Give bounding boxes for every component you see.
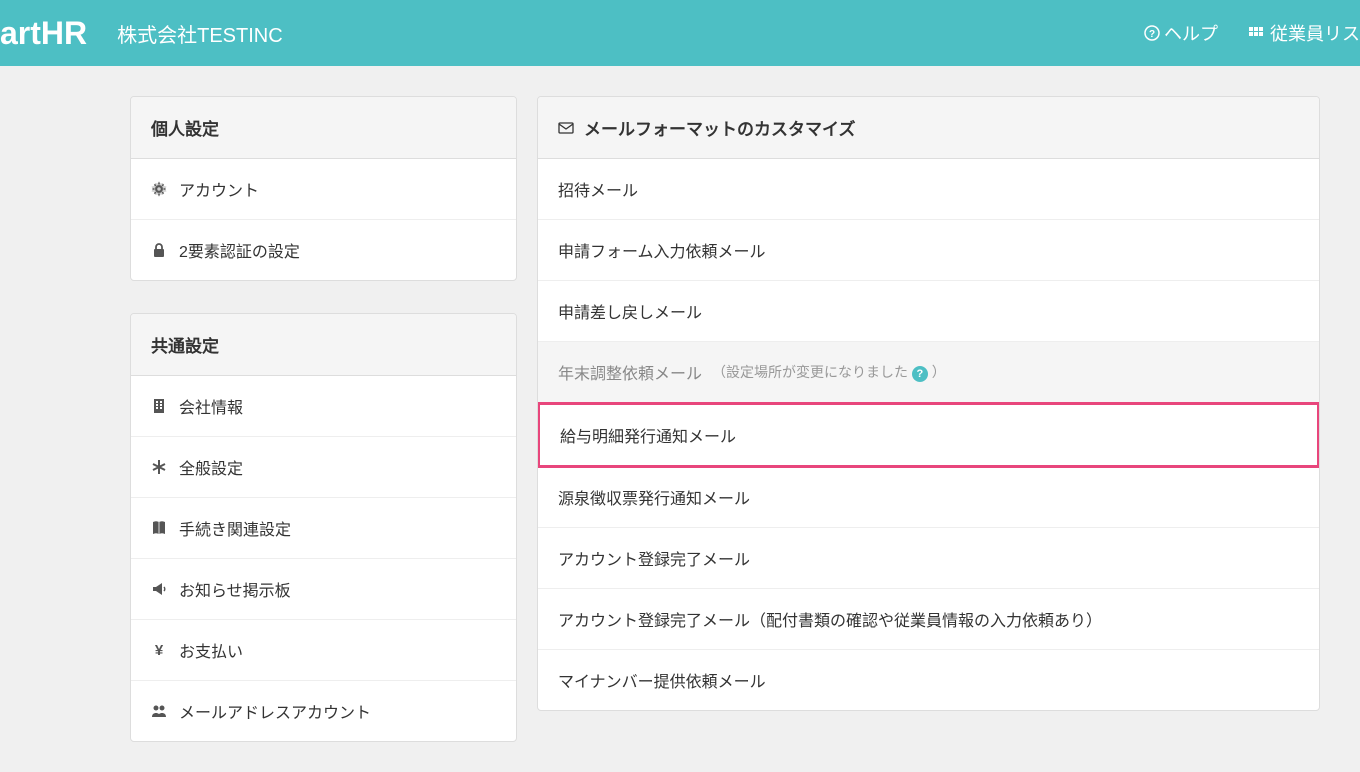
mail-item-label: アカウント登録完了メール（配付書類の確認や従業員情報の入力依頼あり）: [558, 613, 1102, 630]
content: 個人設定 アカウント 2要素認証の設定 共通設定: [0, 66, 1360, 772]
sidebar-personal-section: 個人設定 アカウント 2要素認証の設定: [130, 96, 517, 281]
sidebar: 個人設定 アカウント 2要素認証の設定 共通設定: [130, 96, 517, 742]
list-icon: [1248, 25, 1264, 41]
main-header: メールフォーマットのカスタマイズ: [538, 97, 1319, 159]
envelope-icon: [558, 120, 574, 136]
sidebar-item-procedure[interactable]: 手続き関連設定: [131, 498, 516, 559]
mail-item-payslip[interactable]: 給与明細発行通知メール: [537, 402, 1320, 468]
logo: artHR: [0, 15, 87, 52]
mail-item-return[interactable]: 申請差し戻しメール: [538, 281, 1319, 342]
sidebar-item-payment[interactable]: ¥ お支払い: [131, 620, 516, 681]
yen-icon: ¥: [151, 642, 167, 658]
header: artHR 株式会社TESTINC ? ヘルプ 従業員リス: [0, 0, 1360, 66]
employee-list-link[interactable]: 従業員リス: [1248, 20, 1360, 46]
mail-item-mynumber[interactable]: マイナンバー提供依頼メール: [538, 650, 1319, 710]
sidebar-item-label: お支払い: [179, 638, 243, 662]
sidebar-item-account[interactable]: アカウント: [131, 159, 516, 220]
help-icon: ?: [1144, 25, 1160, 41]
mail-item-yearend: 年末調整依頼メール （設定場所が変更になりました ? ）: [538, 342, 1319, 403]
mail-item-label: アカウント登録完了メール: [558, 552, 750, 569]
svg-text:¥: ¥: [155, 642, 164, 658]
mail-item-label: 招待メール: [558, 183, 638, 200]
mail-item-note: （設定場所が変更になりました ? ）: [712, 362, 946, 382]
mail-item-label: 申請差し戻しメール: [558, 305, 702, 322]
sidebar-item-email-account[interactable]: メールアドレスアカウント: [131, 681, 516, 741]
sidebar-common-section: 共通設定 会社情報 全般設定 手続き関連設定: [130, 313, 517, 742]
sidebar-item-label: アカウント: [179, 177, 259, 201]
sidebar-item-label: メールアドレスアカウント: [179, 699, 371, 723]
main-title: メールフォーマットのカスタマイズ: [584, 115, 856, 140]
sidebar-item-label: 手続き関連設定: [179, 516, 291, 540]
mail-item-label: 給与明細発行通知メール: [560, 429, 736, 446]
sidebar-item-2fa[interactable]: 2要素認証の設定: [131, 220, 516, 280]
mail-item-account-complete[interactable]: アカウント登録完了メール: [538, 528, 1319, 589]
lock-icon: [151, 242, 167, 258]
help-label: ヘルプ: [1164, 20, 1218, 46]
help-circle-icon[interactable]: ?: [912, 366, 928, 382]
mail-item-label: 源泉徴収票発行通知メール: [558, 491, 750, 508]
sidebar-item-label: 会社情報: [179, 394, 243, 418]
mail-item-form-request[interactable]: 申請フォーム入力依頼メール: [538, 220, 1319, 281]
sidebar-item-label: 2要素認証の設定: [179, 238, 300, 262]
gear-icon: [151, 181, 167, 197]
employee-list-label: 従業員リス: [1270, 20, 1360, 46]
sidebar-item-announcement[interactable]: お知らせ掲示板: [131, 559, 516, 620]
book-icon: [151, 520, 167, 536]
mail-item-label: マイナンバー提供依頼メール: [558, 674, 766, 691]
mail-item-withholding[interactable]: 源泉徴収票発行通知メール: [538, 467, 1319, 528]
main-panel: メールフォーマットのカスタマイズ 招待メール 申請フォーム入力依頼メール 申請差…: [537, 96, 1320, 711]
megaphone-icon: [151, 581, 167, 597]
sidebar-personal-header: 個人設定: [131, 97, 516, 159]
main: メールフォーマットのカスタマイズ 招待メール 申請フォーム入力依頼メール 申請差…: [537, 96, 1320, 742]
sidebar-item-label: お知らせ掲示板: [179, 577, 291, 601]
mail-item-account-complete-docs[interactable]: アカウント登録完了メール（配付書類の確認や従業員情報の入力依頼あり）: [538, 589, 1319, 650]
sidebar-common-header: 共通設定: [131, 314, 516, 376]
help-link[interactable]: ? ヘルプ: [1144, 20, 1218, 46]
sidebar-item-general[interactable]: 全般設定: [131, 437, 516, 498]
mail-item-label: 申請フォーム入力依頼メール: [558, 244, 766, 261]
header-right: ? ヘルプ 従業員リス: [1144, 20, 1360, 46]
svg-text:?: ?: [1149, 29, 1155, 40]
sidebar-item-company-info[interactable]: 会社情報: [131, 376, 516, 437]
company-name: 株式会社TESTINC: [117, 19, 283, 48]
building-icon: [151, 398, 167, 414]
mail-item-label: 年末調整依頼メール: [558, 360, 702, 384]
asterisk-icon: [151, 459, 167, 475]
sidebar-item-label: 全般設定: [179, 455, 243, 479]
users-icon: [151, 703, 167, 719]
mail-item-invitation[interactable]: 招待メール: [538, 159, 1319, 220]
